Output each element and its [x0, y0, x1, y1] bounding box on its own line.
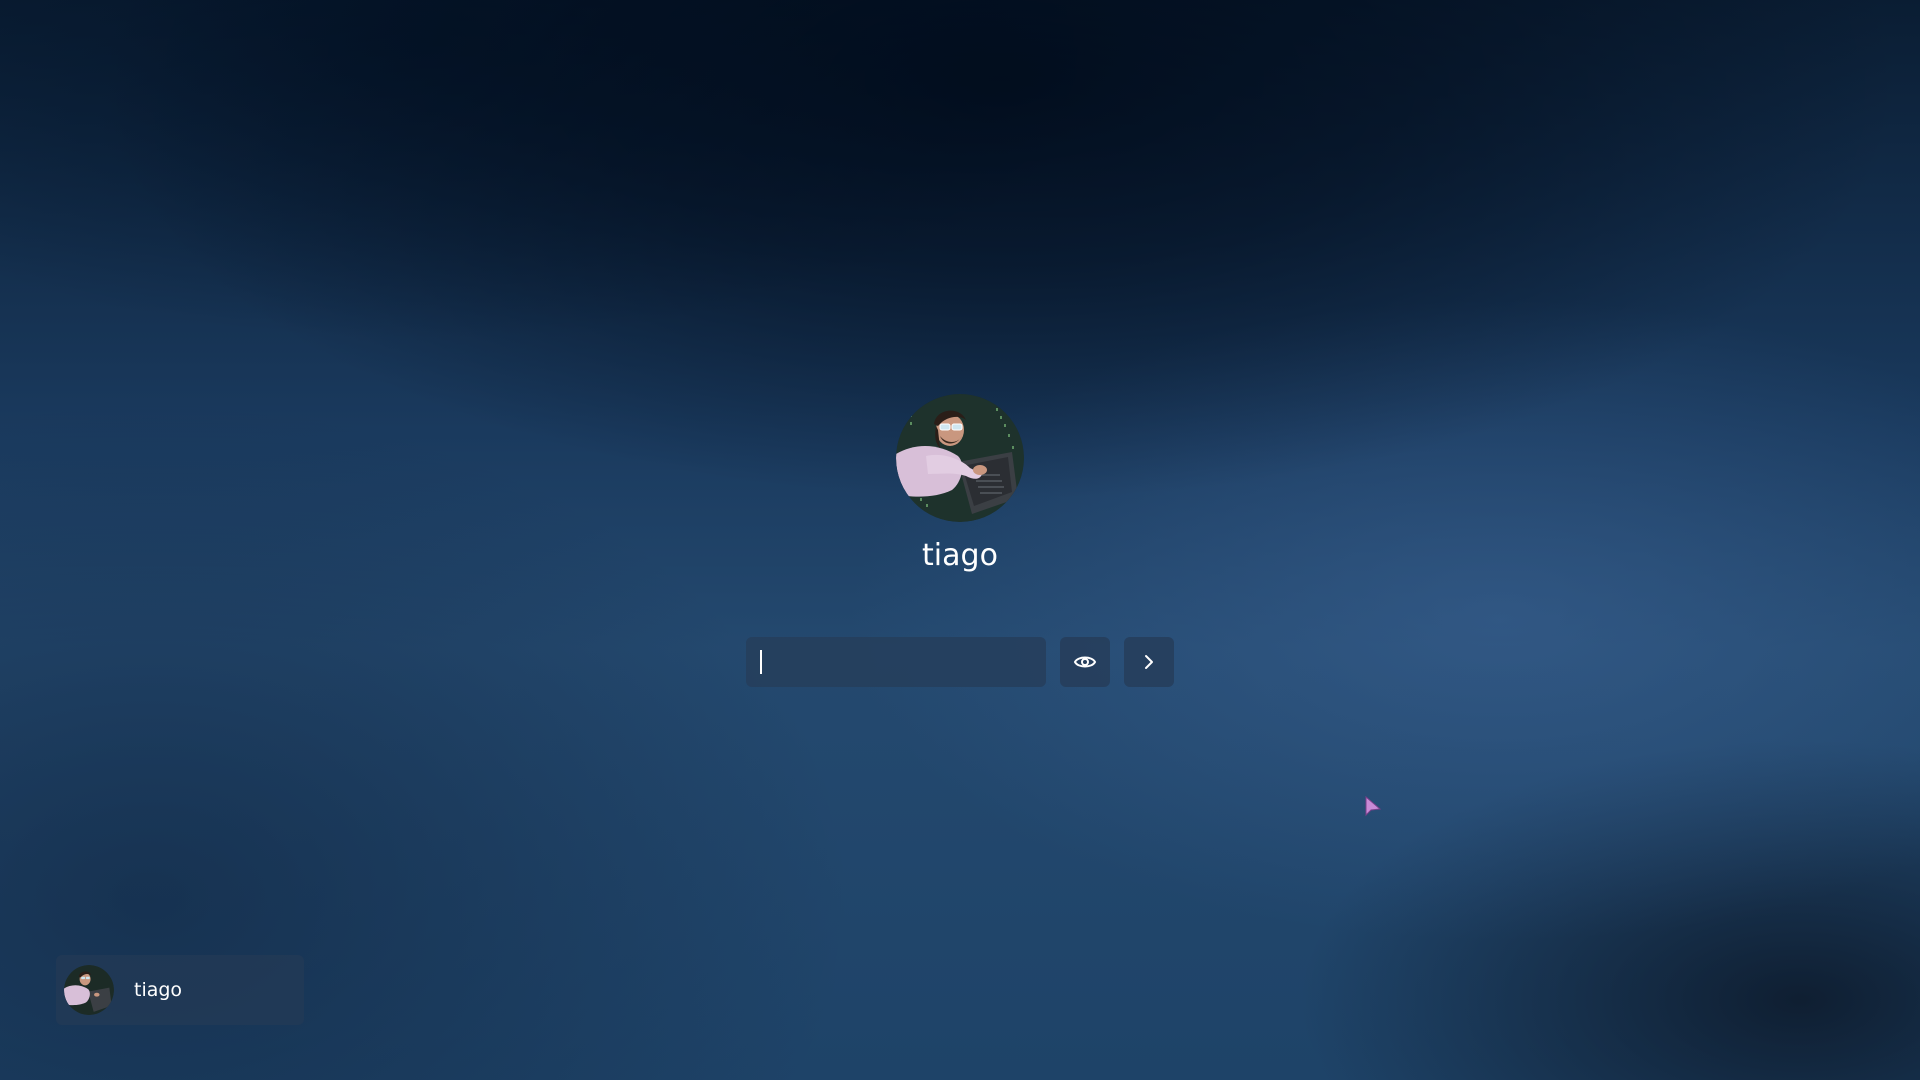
mouse-pointer-icon [1364, 795, 1384, 819]
password-input[interactable] [746, 637, 1046, 687]
eye-icon [1073, 656, 1097, 668]
username-label: tiago [922, 538, 998, 573]
reveal-password-button[interactable] [1060, 637, 1110, 687]
text-caret [760, 650, 762, 674]
submit-button[interactable] [1124, 637, 1174, 687]
user-list-name: tiago [134, 979, 183, 1001]
user-avatar [896, 394, 1024, 522]
user-list-item[interactable]: tiago [56, 955, 304, 1025]
chevron-right-icon [1145, 655, 1153, 669]
user-avatar-photo-icon [64, 965, 114, 1015]
user-list-avatar [64, 965, 114, 1015]
user-avatar-photo-icon [896, 394, 1024, 522]
